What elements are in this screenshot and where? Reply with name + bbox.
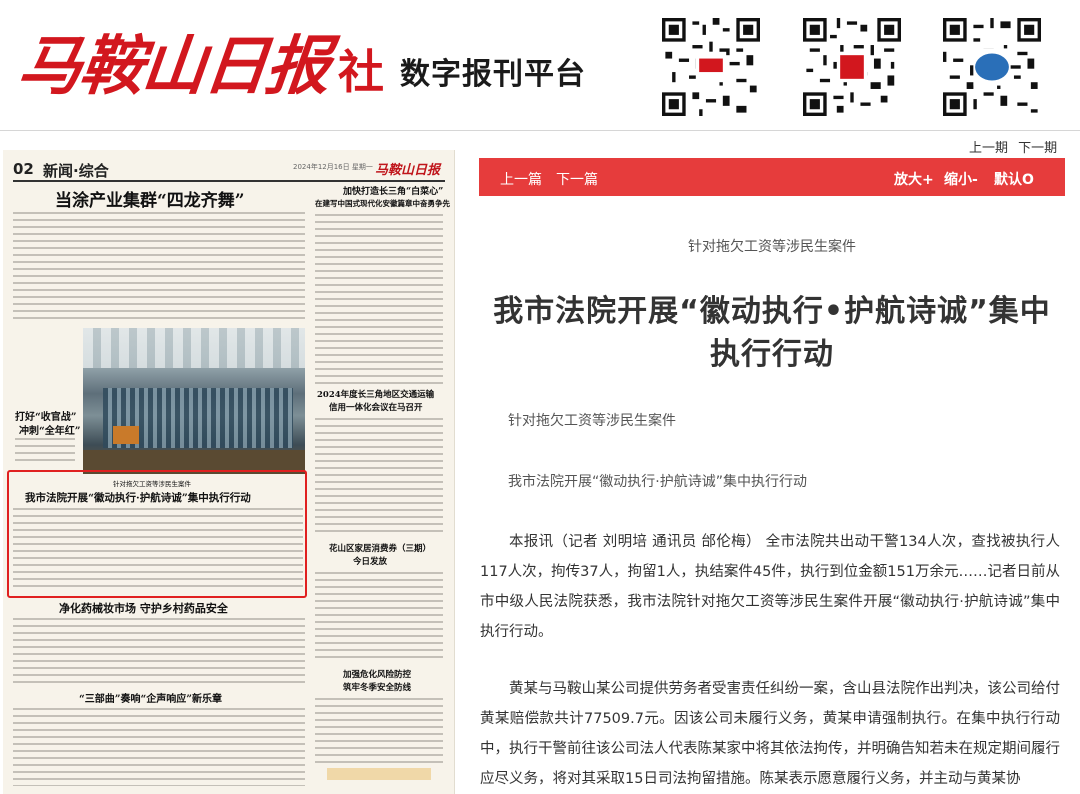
default-size-button[interactable]: 默认O xyxy=(994,169,1034,189)
qr-code-1 xyxy=(662,18,760,116)
logo-suffix: 社 xyxy=(338,45,384,99)
next-article-button[interactable]: 下一篇 xyxy=(556,169,598,189)
paper-headline-bottom-2[interactable]: “三部曲”奏响“企声响应”新乐章 xyxy=(79,690,222,705)
site-header: 马鞍山日报 社 数字报刊平台 xyxy=(0,0,1080,130)
paper-headline-right-mid-2[interactable]: 信用一体化会议在马召开 xyxy=(329,401,423,413)
article-pre-title: 针对拖欠工资等涉民生案件 xyxy=(688,239,856,255)
paper-page-number: 02 xyxy=(13,160,34,178)
header-divider xyxy=(0,130,1080,131)
paper-text-block xyxy=(13,508,303,592)
article-subtitle-1: 针对拖欠工资等涉民生案件 xyxy=(508,413,676,429)
paper-headline-bottom-right-2[interactable]: 筑牢冬季安全防线 xyxy=(343,681,411,693)
paper-text-block xyxy=(315,572,443,662)
article-paragraph-2: 黄某与马鞍山某公司提供劳务者受害责任纠纷一案，含山县法院作出判决，该公司给付黄某… xyxy=(480,681,1060,787)
newspaper-page[interactable]: 02 新闻·综合 2024年12月16日 星期一 马鞍山日报 当涂产业集群“四龙… xyxy=(3,150,455,794)
paper-photo[interactable] xyxy=(83,328,305,474)
paper-footer-tag xyxy=(327,768,431,780)
prev-article-button[interactable]: 上一篇 xyxy=(500,169,542,189)
paper-headline-bottom-1[interactable]: 净化药械妆市场 守护乡村药品安全 xyxy=(59,600,228,616)
paper-headline-left-side-1[interactable]: 打好“收官战” xyxy=(15,408,77,423)
paper-headline-bottom-right-1[interactable]: 加强危化风险防控 xyxy=(343,668,411,680)
article-toolbar: 上一篇 下一篇 放大+ 缩小- 默认O xyxy=(479,158,1065,196)
paper-headline-left-side-2[interactable]: 冲刺“全年红” xyxy=(19,422,81,437)
paper-headline-right-top[interactable]: 加快打造长三角“白菜心” xyxy=(343,184,443,197)
next-issue-link[interactable]: 下一期 xyxy=(1018,141,1057,156)
paper-date: 2024年12月16日 星期一 xyxy=(293,163,373,171)
issue-nav: 上一期 下一期 xyxy=(963,137,1057,156)
qr-code-icon xyxy=(803,18,901,116)
paper-mini-logo: 马鞍山日报 xyxy=(375,163,441,178)
zoom-out-button[interactable]: 缩小- xyxy=(944,169,978,189)
paper-headline-right-lower-2[interactable]: 今日发放 xyxy=(353,555,387,567)
platform-name: 数字报刊平台 xyxy=(400,57,586,92)
paper-text-block xyxy=(315,698,443,764)
paper-section-name: 新闻·综合 xyxy=(43,162,109,180)
paper-highlight-headline[interactable]: 我市法院开展“徽动执行·护航诗诚”集中执行行动 xyxy=(25,490,251,505)
paper-headline-right-lower-1[interactable]: 花山区家居消费券（三期） xyxy=(329,542,431,554)
zoom-in-button[interactable]: 放大+ xyxy=(894,169,934,189)
photo-rafters xyxy=(83,328,305,368)
photo-machine xyxy=(113,426,139,444)
logo-calligraphy: 马鞍山日报 xyxy=(14,29,332,104)
paper-text-block xyxy=(315,418,443,534)
paper-text-block xyxy=(13,212,305,320)
paper-highlight-kicker: 针对拖欠工资等涉民生案件 xyxy=(113,480,191,488)
paper-page-header: 02 新闻·综合 2024年12月16日 星期一 马鞍山日报 xyxy=(13,158,445,182)
qr-code-icon xyxy=(943,18,1041,116)
qr-code-3 xyxy=(943,18,1041,116)
qr-code-icon xyxy=(662,18,760,116)
prev-issue-link[interactable]: 上一期 xyxy=(969,141,1008,156)
paper-headline-right-mid-1[interactable]: 2024年度长三角地区交通运输 xyxy=(317,388,434,400)
article-paragraph-1: 本报讯（记者 刘明培 通讯员 邰伦梅） 全市法院共出动干警134人次，查找被执行… xyxy=(480,534,1060,640)
paper-text-block xyxy=(13,708,305,786)
paper-text-block xyxy=(13,618,305,686)
article-subtitle-2: 我市法院开展“徽动执行·护航诗诚”集中执行行动 xyxy=(508,474,807,490)
paper-text-block xyxy=(315,214,443,384)
paper-headline-right-top-sub[interactable]: 在建写中国式现代化安徽篇章中奋勇争先 xyxy=(315,198,450,209)
qr-code-2 xyxy=(803,18,901,116)
article-title: 我市法院开展“徽动执行•护航诗诚”集中执行行动 xyxy=(493,294,1051,372)
site-logo[interactable]: 马鞍山日报 社 数字报刊平台 xyxy=(14,22,586,112)
paper-headline-main[interactable]: 当涂产业集群“四龙齐舞” xyxy=(55,186,245,211)
paper-text-block xyxy=(15,438,75,466)
